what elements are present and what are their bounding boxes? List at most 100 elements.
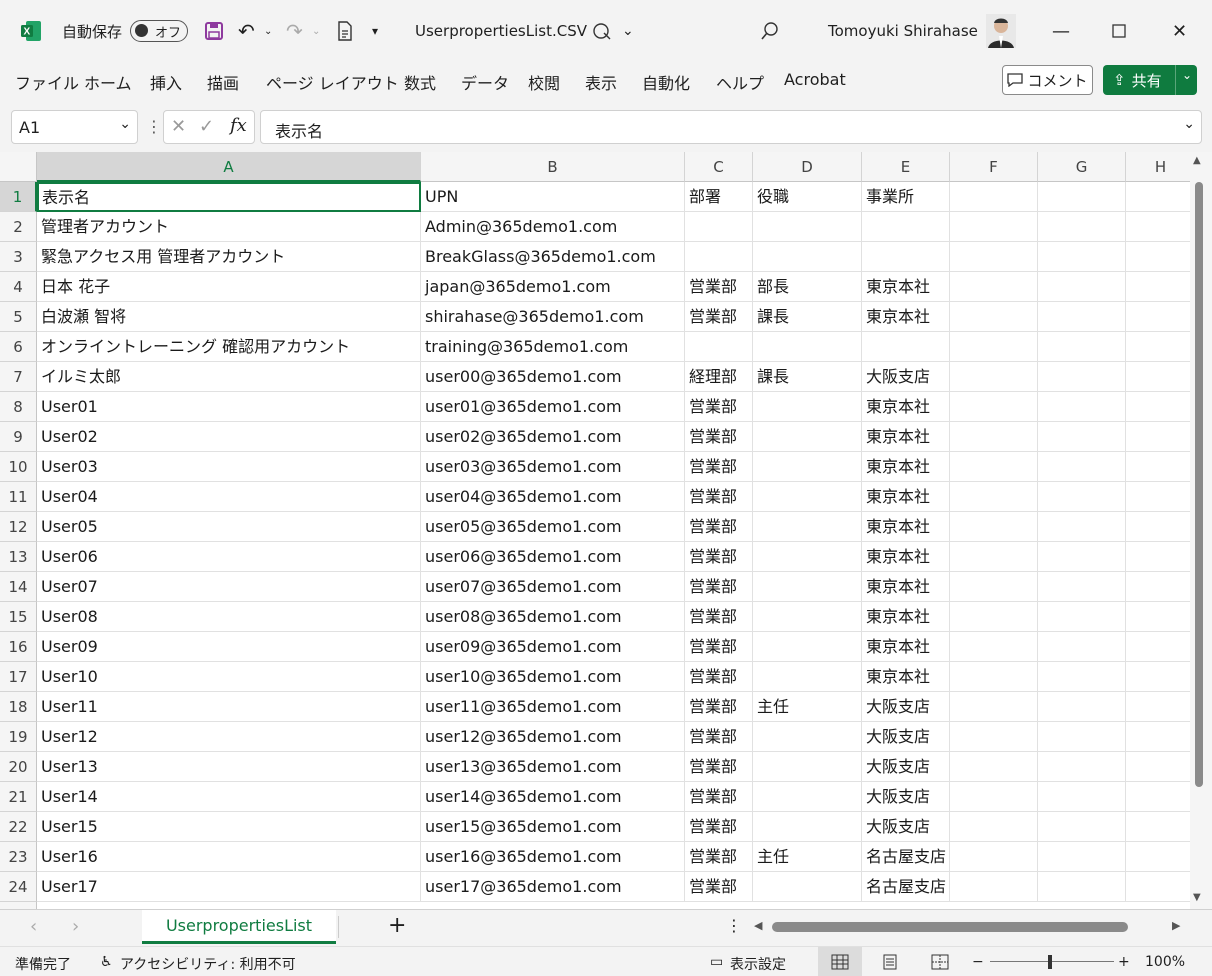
cell-f11[interactable] [950,482,1038,512]
comment-button[interactable]: コメント [1002,65,1093,95]
cell-a5[interactable]: 白波瀬 智将 [37,302,421,332]
cell-g8[interactable] [1038,392,1126,422]
column-header-a[interactable]: A [37,152,421,182]
accessibility-status[interactable]: アクセシビリティ: 利用不可 [120,954,296,974]
cell-c17[interactable]: 営業部 [685,662,753,692]
cell-b24[interactable]: user17@365demo1.com [421,872,685,902]
cell-g2[interactable] [1038,212,1126,242]
add-sheet-icon[interactable]: + [388,913,406,938]
cell-g6[interactable] [1038,332,1126,362]
cell-e15[interactable]: 東京本社 [862,602,950,632]
row-header[interactable]: 16 [0,632,37,662]
cell-e6[interactable] [862,332,950,362]
autosave-toggle[interactable]: オフ [130,18,188,44]
cell-c19[interactable]: 営業部 [685,722,753,752]
cell-a19[interactable]: User12 [37,722,421,752]
cell-d22[interactable] [753,812,862,842]
cell-e24[interactable]: 名古屋支店 [862,872,950,902]
cell-g20[interactable] [1038,752,1126,782]
cell-c7[interactable]: 経理部 [685,362,753,392]
cell-g14[interactable] [1038,572,1126,602]
scroll-up-icon[interactable]: ▲ [1193,155,1201,166]
minimize-icon[interactable]: — [1052,18,1070,44]
share-dropdown-icon[interactable]: ⌄ [1182,68,1192,82]
cell-d5[interactable]: 課長 [753,302,862,332]
cell-g22[interactable] [1038,812,1126,842]
tab-page-layout[interactable]: ページ レイアウト [266,70,399,94]
page-break-view-button[interactable] [918,947,962,976]
cell-d7[interactable]: 課長 [753,362,862,392]
column-header-e[interactable]: E [862,152,950,182]
cell-a21[interactable]: User14 [37,782,421,812]
tab-options-icon[interactable]: ⋮ [726,916,742,935]
formula-input[interactable]: 表示名 ⌄ [260,110,1202,144]
row-header[interactable]: 20 [0,752,37,782]
cell-a2[interactable]: 管理者アカウント [37,212,421,242]
document-icon[interactable] [336,18,354,44]
cell-a15[interactable]: User08 [37,602,421,632]
cell-d16[interactable] [753,632,862,662]
cell-b8[interactable]: user01@365demo1.com [421,392,685,422]
cell-b17[interactable]: user10@365demo1.com [421,662,685,692]
cell-h9[interactable] [1126,422,1190,452]
cell-h24[interactable] [1126,872,1190,902]
cell-g15[interactable] [1038,602,1126,632]
row-header[interactable]: 24 [0,872,37,902]
tab-draw[interactable]: 描画 [207,70,239,94]
cell-b15[interactable]: user08@365demo1.com [421,602,685,632]
cell-f4[interactable] [950,272,1038,302]
cell-d1[interactable]: 役職 [753,182,862,212]
cell-h13[interactable] [1126,542,1190,572]
cell-b4[interactable]: japan@365demo1.com [421,272,685,302]
cell-c3[interactable] [685,242,753,272]
normal-view-button[interactable] [818,947,862,976]
tab-review[interactable]: 校閲 [528,70,560,94]
cell-c18[interactable]: 営業部 [685,692,753,722]
cell-c23[interactable]: 営業部 [685,842,753,872]
cell-e1[interactable]: 事業所 [862,182,950,212]
vertical-scrollbar[interactable]: ▲ ▼ [1190,152,1212,909]
cell-h12[interactable] [1126,512,1190,542]
tab-data[interactable]: データ [461,70,509,94]
cell-b6[interactable]: training@365demo1.com [421,332,685,362]
cell-g23[interactable] [1038,842,1126,872]
cell-c2[interactable] [685,212,753,242]
cell-d9[interactable] [753,422,862,452]
cell-e2[interactable] [862,212,950,242]
undo-icon[interactable]: ↶ [238,18,255,44]
cell-h10[interactable] [1126,452,1190,482]
cell-e13[interactable]: 東京本社 [862,542,950,572]
cell-e8[interactable]: 東京本社 [862,392,950,422]
cell-f13[interactable] [950,542,1038,572]
cell-g16[interactable] [1038,632,1126,662]
cell-b13[interactable]: user06@365demo1.com [421,542,685,572]
cell-d24[interactable] [753,872,862,902]
avatar[interactable] [986,14,1016,48]
cell-c16[interactable]: 営業部 [685,632,753,662]
zoom-slider[interactable] [990,961,1114,962]
cell-d11[interactable] [753,482,862,512]
tab-help[interactable]: ヘルプ [716,70,764,94]
zoom-level[interactable]: 100% [1145,954,1185,970]
cell-b7[interactable]: user00@365demo1.com [421,362,685,392]
cell-c12[interactable]: 営業部 [685,512,753,542]
cell-d12[interactable] [753,512,862,542]
spreadsheet-grid[interactable]: A B C D E F G H 1 表示名 UPN 部署 役職 事業所 2 管理者アカウント Admin@365… [0,152,1190,909]
scroll-down-icon[interactable]: ▼ [1193,892,1201,903]
cancel-icon[interactable]: ✕ [171,116,186,137]
cell-a13[interactable]: User06 [37,542,421,572]
cell-f1[interactable] [950,182,1038,212]
tab-formulas[interactable]: 数式 [404,70,436,94]
cell-d19[interactable] [753,722,862,752]
cell-e23[interactable]: 名古屋支店 [862,842,950,872]
tab-view[interactable]: 表示 [585,70,617,94]
column-header-b[interactable]: B [421,152,685,182]
vertical-scroll-thumb[interactable] [1195,182,1203,787]
scroll-right-icon[interactable]: ▶ [1172,919,1180,932]
tab-file[interactable]: ファイル [15,70,79,94]
cell-g10[interactable] [1038,452,1126,482]
cell-c11[interactable]: 営業部 [685,482,753,512]
column-header-h[interactable]: H [1126,152,1190,182]
cell-b18[interactable]: user11@365demo1.com [421,692,685,722]
cell-b5[interactable]: shirahase@365demo1.com [421,302,685,332]
